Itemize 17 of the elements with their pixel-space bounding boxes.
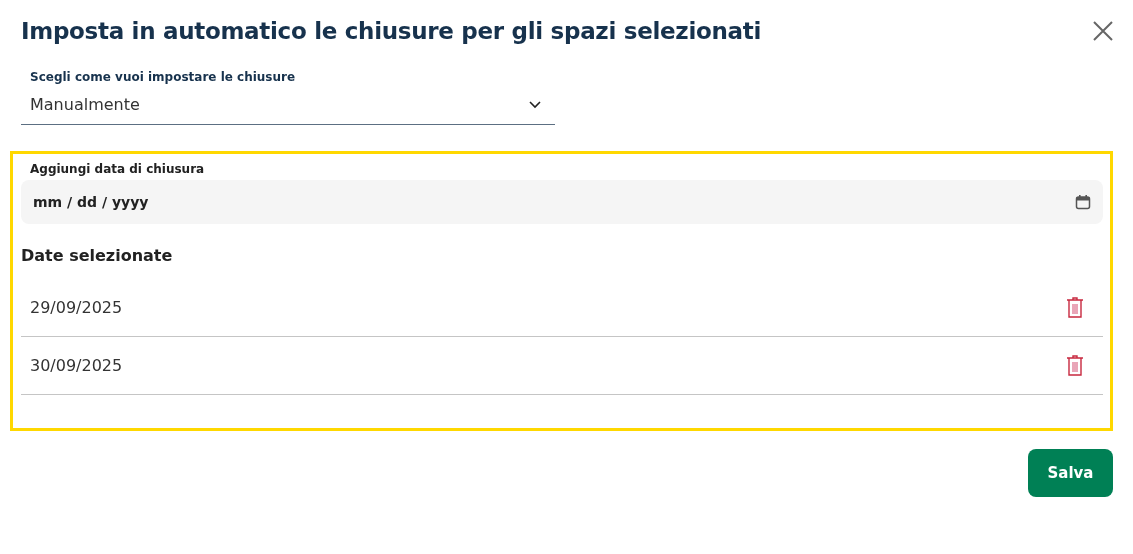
select-label: Scegli come vuoi impostare le chiusure (29, 70, 297, 84)
close-button[interactable] (1093, 21, 1113, 41)
chevron-down-icon (529, 100, 541, 109)
date-text: 29/09/2025 (30, 298, 123, 317)
delete-button[interactable] (1066, 355, 1084, 376)
calendar-icon (1075, 194, 1091, 210)
date-text: 30/09/2025 (30, 356, 123, 375)
close-icon (1093, 21, 1113, 41)
list-title: Date selezionate (21, 246, 174, 265)
date-input-field[interactable]: mm / dd / yyyy (21, 180, 1103, 224)
mode-select[interactable]: Manualmente (21, 84, 555, 125)
delete-button[interactable] (1066, 297, 1084, 318)
trash-icon (1066, 297, 1084, 318)
date-label: Aggiungi data di chiusura (29, 162, 206, 176)
trash-icon (1066, 355, 1084, 376)
dialog-title: Imposta in automatico le chiusure per gli spazi selezionati (21, 18, 762, 44)
save-button[interactable]: Salva (1028, 449, 1113, 497)
